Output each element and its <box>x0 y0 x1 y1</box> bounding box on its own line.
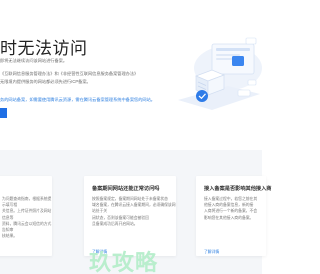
faq-card: 备案期间网站还能正常访问吗 按照备案规定，备案期间网站处于未备案状态 域名备案，… <box>84 176 176 256</box>
faq-section: 为问题查询指南，根据系统提示填写相 关信息。上传证件照片及网站信息等 资料，腾讯… <box>0 150 271 274</box>
faq-card-body: 为问题查询指南，根据系统提示填写相 关信息。上传证件照片及网站信息等 资料，腾讯… <box>2 197 52 239</box>
description-line-2: 《互联网信息服务管理办法》和《非经营性互联网信息服务备案管理办法》 <box>0 71 139 76</box>
server-illustration <box>178 37 262 110</box>
faq-card: 接入备案是否影响其他接入商 接入备案过程中，若您之前在其 他接入商的备案信息，新… <box>196 176 271 256</box>
faq-card-title: 接入备案是否影响其他接入商 <box>204 186 272 192</box>
registration-link[interactable]: 务的网站备案，如需要使用腾讯云资源，需在腾讯云备案管理系统中备案您的网站。 <box>0 97 155 103</box>
faq-card-body: 按照备案规定，备案期间网站处于未备案状态 域名备案，在腾讯云接入备案期间，必须确… <box>92 197 176 226</box>
faq-card-title: 备案期间网站还能正常访问吗 <box>92 186 160 192</box>
faq-card-link[interactable]: 了解详情 <box>204 250 219 255</box>
faq-card: 为问题查询指南，根据系统提示填写相 关信息。上传证件照片及网站信息等 资料，腾讯… <box>0 176 52 256</box>
watermark: 玖攻略 <box>89 250 159 274</box>
description-line-1: 即将无法继续访问该网站进行备案。 <box>0 58 68 63</box>
faq-card-body: 接入备案过程中，若您之前在其 他接入商的备案信息，新的接 入商将进行一个新的备案… <box>204 197 258 220</box>
description-line-3: 无限境内提供服务的网站都必须先进行ICP备案。 <box>0 79 91 84</box>
hero-section: 时无法访问 即将无法继续访问该网站进行备案。 《互联网信息服务管理办法》和《非经… <box>0 0 262 150</box>
start-registration-button[interactable] <box>0 108 7 118</box>
page-title: 时无法访问 <box>0 39 88 58</box>
